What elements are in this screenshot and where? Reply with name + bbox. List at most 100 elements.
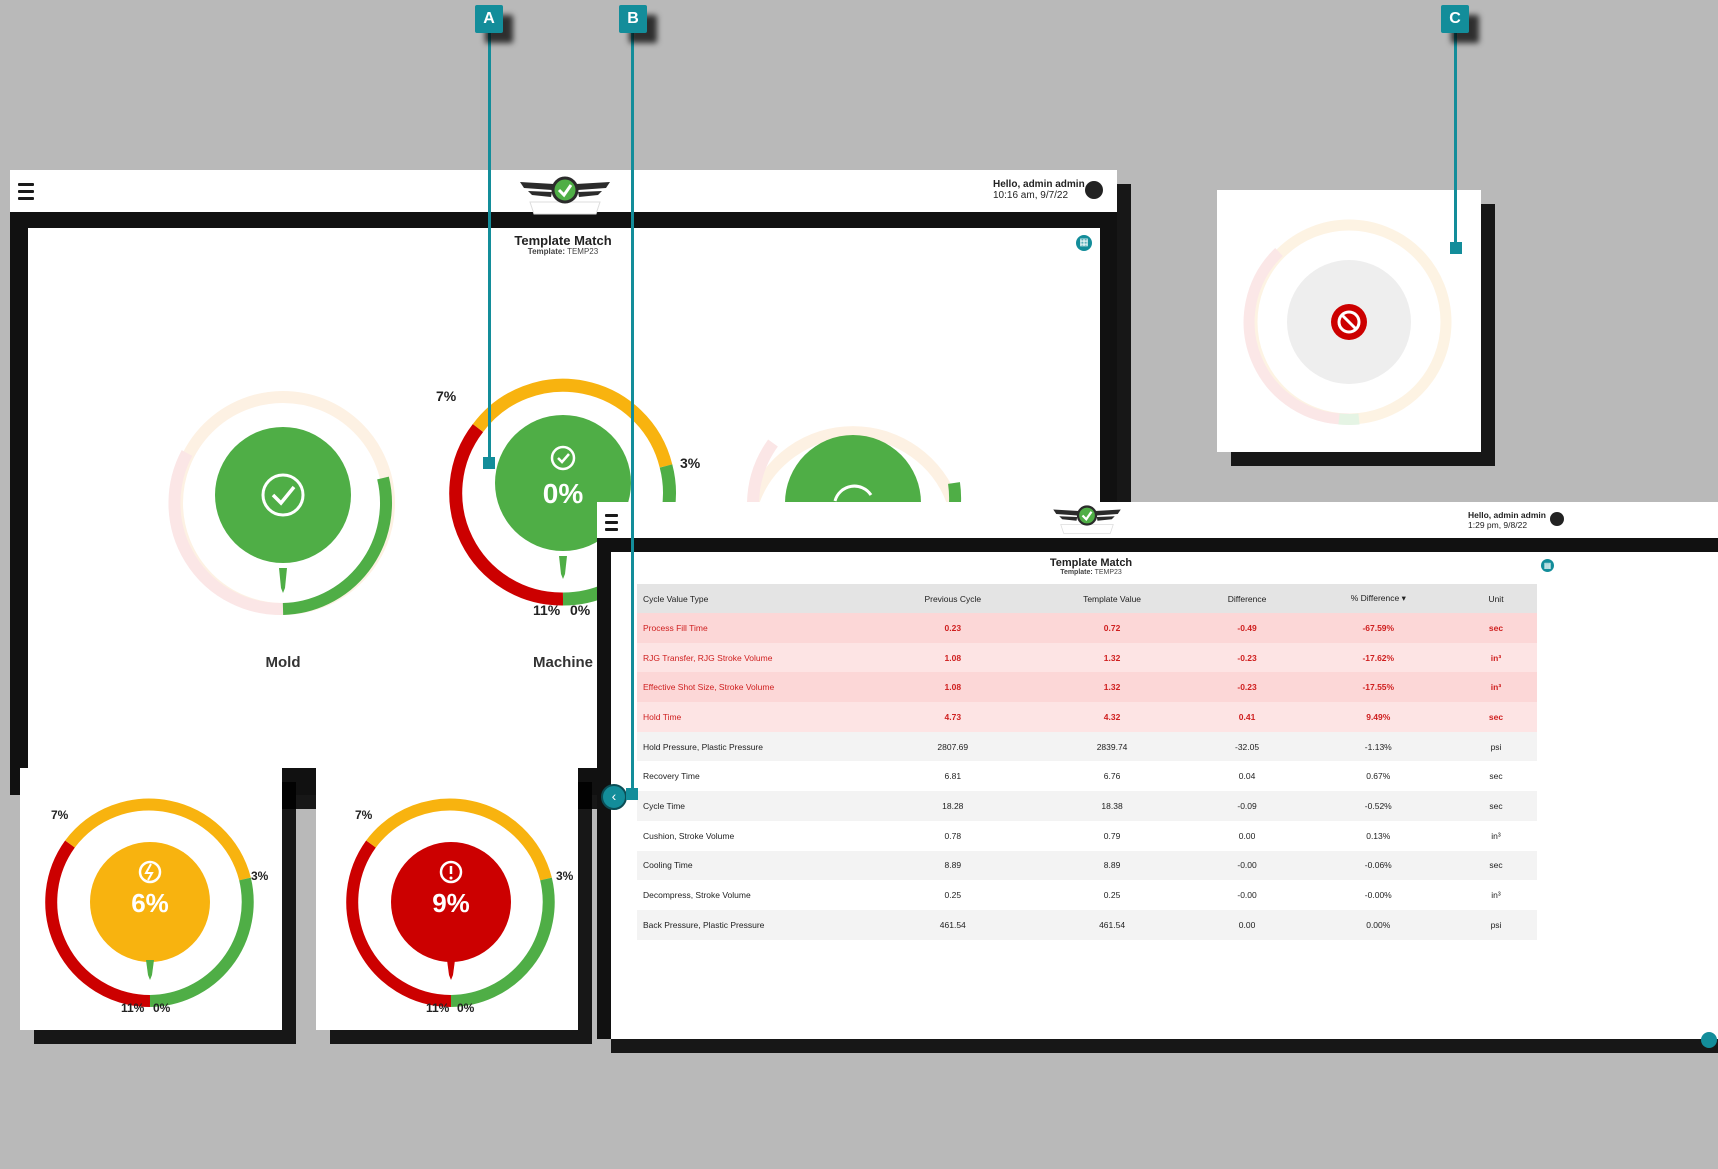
table-row: Cushion, Stroke Volume 0.78 0.79 0.00 0.13% i… bbox=[637, 821, 1537, 851]
table-header-row: Cycle Value Type Previous Cycle Template… bbox=[637, 584, 1537, 613]
value-cell: 0.13% bbox=[1366, 830, 1391, 841]
inset-gauge-alarm: 9% 7% 3% 11% 0% bbox=[316, 768, 578, 1030]
alarm-gauge-bottom-left: 11% bbox=[426, 1001, 450, 1015]
value-cell: -0.52% bbox=[1301, 791, 1455, 821]
value-cell: 8.89 bbox=[874, 850, 1032, 881]
third-gauge bbox=[747, 426, 962, 503]
top-bar: Hello, admin admin 10:16 am, 9/7/22 bbox=[10, 170, 1117, 215]
value-cell: 0.25 bbox=[944, 890, 962, 901]
table-panel: Template Match Template: TEMP23 ▦ Cycle … bbox=[611, 552, 1718, 1039]
no-entry-icon bbox=[1331, 304, 1367, 340]
lightning-icon bbox=[136, 860, 160, 884]
column-header-sorted[interactable]: % Difference ▾ bbox=[1301, 584, 1455, 613]
warning-gauge-bottom-right: 0% bbox=[153, 1001, 171, 1015]
warning-gauge-value: 6% bbox=[131, 888, 169, 918]
table-row: Process Fill Time 0.23 0.72 -0.49 -67.59% sec bbox=[637, 613, 1537, 643]
value-cell: -32.05 bbox=[1192, 731, 1302, 762]
value-cell: in³ bbox=[1491, 830, 1501, 841]
column-header[interactable]: Cycle Value Type bbox=[637, 584, 874, 613]
value-cell: 0.00% bbox=[1301, 909, 1455, 940]
value-cell: 0.00 bbox=[1238, 830, 1256, 841]
callout-c-leader bbox=[1454, 30, 1457, 250]
column-header[interactable]: Difference bbox=[1192, 584, 1302, 613]
value-cell: 8.89 bbox=[1031, 850, 1193, 881]
callout-a-anchor bbox=[483, 457, 495, 469]
value-cell: sec bbox=[1455, 702, 1537, 732]
table-menu-button[interactable] bbox=[605, 514, 618, 535]
value-cell: sec bbox=[1455, 613, 1537, 643]
user-greeting: Hello, admin admin 10:16 am, 9/7/22 bbox=[993, 179, 1085, 201]
table-row: Hold Time 4.73 4.32 0.41 9.49% sec bbox=[637, 702, 1537, 732]
table-window: Hello, admin admin 1:29 pm, 9/8/22 Templa… bbox=[597, 502, 1718, 1039]
cycle-value-type-cell: Process Fill Time bbox=[637, 613, 874, 643]
value-cell: sec bbox=[1455, 850, 1537, 881]
column-header[interactable]: Template Value bbox=[1031, 584, 1193, 613]
callout-a: A bbox=[475, 5, 503, 33]
callout-b-leader bbox=[631, 30, 634, 798]
value-cell: in³ bbox=[1455, 672, 1537, 703]
value-cell: 0.79 bbox=[1103, 830, 1121, 841]
value-cell: 0.67% bbox=[1366, 771, 1391, 782]
gauge-label-mold: Mold bbox=[265, 654, 301, 671]
value-cell: -17.55% bbox=[1301, 672, 1455, 703]
value-cell: psi bbox=[1455, 909, 1537, 940]
value-cell: 6.76 bbox=[1103, 771, 1121, 782]
value-cell: 0.25 bbox=[1103, 890, 1121, 901]
value-cell: in³ bbox=[1455, 642, 1537, 673]
alarm-gauge-bottom-right: 0% bbox=[457, 1001, 475, 1015]
cycle-value-type-cell: RJG Transfer, RJG Stroke Volume bbox=[637, 642, 874, 673]
table-logo bbox=[1053, 505, 1121, 534]
cycle-value-type-cell: Cycle Time bbox=[637, 791, 874, 821]
cycle-value-type-cell: Back Pressure, Plastic Pressure bbox=[637, 909, 874, 940]
value-cell: -0.23 bbox=[1192, 642, 1302, 673]
cycle-value-type-cell: Hold Pressure, Plastic Pressure bbox=[637, 731, 874, 762]
table-grid-menu-button[interactable]: ▦ bbox=[1541, 559, 1554, 572]
table-row: Hold Pressure, Plastic Pressure 2807.69 28… bbox=[637, 731, 1537, 762]
value-cell: 0.04 bbox=[1238, 771, 1256, 782]
value-cell: 0.41 bbox=[1192, 702, 1302, 732]
column-header[interactable]: Unit bbox=[1455, 584, 1537, 613]
warning-gauge-right: 3% bbox=[251, 869, 269, 883]
warning-gauge-top-left: 7% bbox=[51, 808, 69, 822]
value-cell: 0.72 bbox=[1031, 613, 1193, 643]
value-cell: 0.78 bbox=[944, 830, 962, 841]
table-panel-subtitle: Template: TEMP23 bbox=[1060, 569, 1122, 576]
value-cell: 1.08 bbox=[874, 672, 1032, 703]
menu-icon-line bbox=[18, 183, 34, 186]
disabled-gauge-inset bbox=[1217, 190, 1481, 452]
table-row: Decompress, Stroke Volume 0.25 0.25 -0.00 -0… bbox=[637, 880, 1537, 910]
value-cell: 2807.69 bbox=[874, 731, 1032, 762]
column-header[interactable]: Previous Cycle bbox=[874, 584, 1032, 613]
value-cell: 4.32 bbox=[1031, 702, 1193, 732]
machine-gauge-right: 3% bbox=[680, 455, 701, 471]
value-cell: -0.49 bbox=[1192, 613, 1302, 643]
machine-gauge-bottom-left: 11% bbox=[533, 602, 561, 618]
value-cell: 18.38 bbox=[1031, 791, 1193, 821]
callout-a-leader bbox=[488, 30, 491, 466]
value-cell: 2839.74 bbox=[1031, 731, 1193, 762]
table-row: Back Pressure, Plastic Pressure 461.54 461… bbox=[637, 909, 1537, 940]
cycle-values-table: Cycle Value Type Previous Cycle Template… bbox=[637, 584, 1537, 940]
value-cell: -0.06% bbox=[1301, 850, 1455, 881]
collapse-panel-button[interactable]: ‹ bbox=[601, 784, 627, 810]
value-cell: 1.32 bbox=[1031, 672, 1193, 703]
cycle-value-type-cell: Cooling Time bbox=[637, 850, 874, 881]
value-cell: 1.08 bbox=[874, 642, 1032, 673]
table-account-icon[interactable] bbox=[1550, 512, 1564, 526]
table-row: Recovery Time 6.81 6.76 0.04 0.67% sec bbox=[637, 761, 1537, 791]
account-icon[interactable] bbox=[1085, 181, 1103, 199]
value-cell: 9.49% bbox=[1301, 702, 1455, 732]
callout-c-anchor bbox=[1450, 242, 1462, 254]
value-cell: -1.13% bbox=[1301, 731, 1455, 762]
menu-button[interactable] bbox=[18, 183, 34, 204]
value-cell: 461.54 bbox=[874, 909, 1032, 940]
callout-b: B bbox=[619, 5, 647, 33]
value-cell: -0.00 bbox=[1237, 890, 1257, 901]
machine-gauge-low-left: 7% bbox=[436, 388, 457, 404]
expand-icon[interactable] bbox=[1701, 1032, 1717, 1048]
alarm-gauge-top-left: 7% bbox=[355, 808, 373, 822]
grid-menu-button[interactable]: ▦ bbox=[1076, 235, 1092, 251]
value-cell: -0.09 bbox=[1192, 791, 1302, 821]
value-cell: in³ bbox=[1491, 890, 1501, 901]
value-cell: 1.32 bbox=[1031, 642, 1193, 673]
